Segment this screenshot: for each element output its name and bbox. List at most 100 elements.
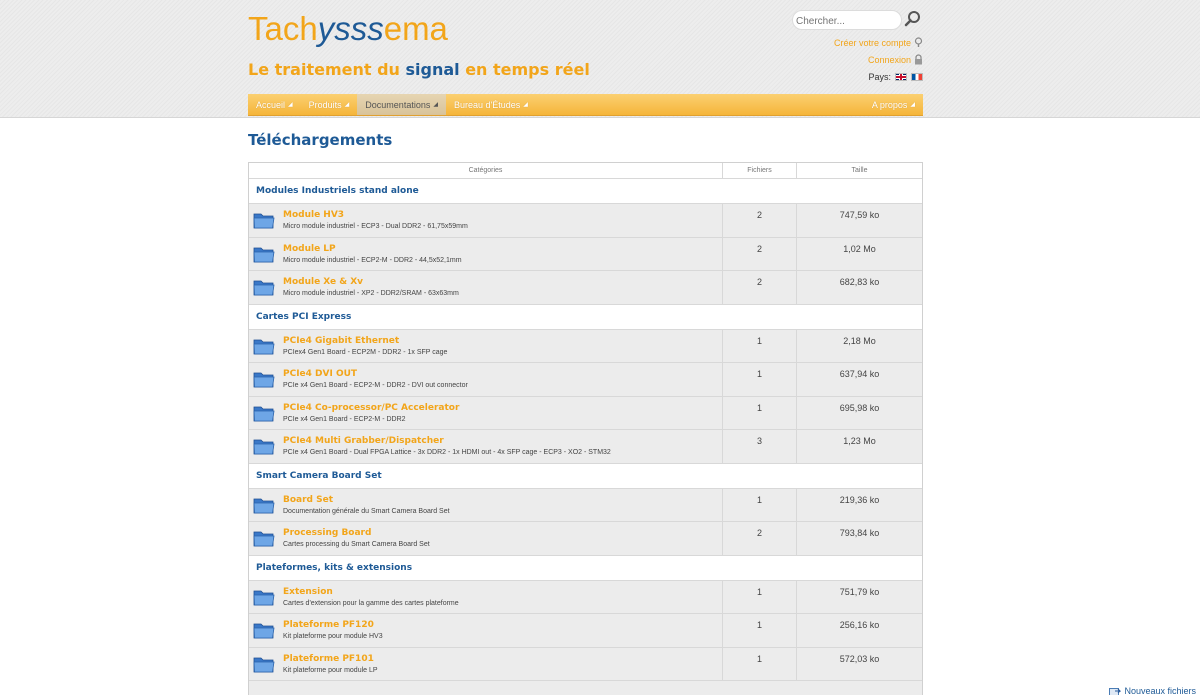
table-row: Extension Cartes d'extension pour la gamm… — [249, 580, 922, 614]
category-title-link[interactable]: Processing Board — [283, 528, 430, 539]
category-description: PCIe x4 Gen1 Board - ECP2-M - DDR2 — [283, 415, 406, 423]
file-size: 256,16 ko — [839, 620, 880, 630]
category-cell: Extension Cartes d'extension pour la gamm… — [249, 580, 723, 613]
category-title-link[interactable]: PCIe4 Gigabit Ethernet — [283, 336, 447, 347]
file-count: 3 — [723, 430, 797, 463]
country-selector: Pays: — [868, 72, 923, 82]
file-count: 2 — [723, 204, 797, 237]
folder-icon — [253, 439, 275, 455]
category-title-link[interactable]: Plateforme PF101 — [283, 654, 378, 665]
login-link[interactable]: Connexion — [868, 54, 923, 65]
category-cell: Processing Board Cartes processing du Sma… — [249, 522, 723, 555]
section-header: Plateformes, kits & extensions — [249, 555, 922, 581]
create-account-link[interactable]: Créer votre compte — [834, 37, 923, 48]
category-title-link[interactable]: Module LP — [283, 244, 462, 255]
file-size: 219,36 ko — [839, 494, 880, 505]
category-title-link[interactable]: Board Set — [283, 495, 450, 506]
category-title-link[interactable]: Module HV3 — [283, 210, 468, 221]
file-size: 637,94 ko — [839, 369, 880, 379]
nav-item-documentations[interactable]: Documentations ◢ — [357, 94, 446, 115]
category-description: PCIe x4 Gen1 Board - ECP2-M - DDR2 - DVI… — [283, 382, 468, 389]
login-label: Connexion — [867, 54, 911, 65]
table-row: Plateforme PF101 Kit plateforme pour modu… — [249, 647, 922, 681]
folder-icon — [253, 531, 275, 547]
category-cell: Plateforme PF101 Kit plateforme pour modu… — [249, 647, 723, 680]
dropdown-arrow-icon: ◢ — [523, 102, 528, 108]
france-flag-icon[interactable] — [911, 73, 923, 81]
category-description: Documentation générale du Smart Camera B… — [283, 507, 450, 515]
category-cell: Board Set Documentation générale du Smart… — [249, 488, 723, 521]
category-description: PCIex4 Gen1 Board - ECP2M - DDR2 - 1x SF… — [283, 348, 448, 356]
category-description: Kit plateforme pour module HV3 — [283, 633, 383, 640]
folder-icon — [253, 406, 275, 421]
file-count: 2 — [723, 271, 797, 304]
nav-item-produits[interactable]: Produits ◢ — [301, 94, 358, 115]
lock-icon — [915, 54, 922, 65]
file-size: 695,98 ko — [839, 402, 880, 413]
file-count: 2 — [723, 237, 797, 270]
table-row: Plateforme PF120 Kit plateforme pour modu… — [249, 614, 922, 648]
page-title: Téléchargements — [248, 131, 393, 149]
uk-flag-icon[interactable] — [895, 73, 907, 81]
search-icon[interactable] — [904, 10, 922, 28]
category-cell: PCIe4 Gigabit Ethernet PCIex4 Gen1 Board … — [249, 329, 723, 362]
file-count: 1 — [723, 614, 797, 647]
question-icon — [914, 37, 923, 47]
nav-item-a-propos[interactable]: A propos ◢ — [864, 94, 923, 115]
file-count: 1 — [723, 647, 797, 680]
category-title-link[interactable]: Module Xe & Xv — [283, 277, 459, 288]
category-title-link[interactable]: Extension — [283, 587, 459, 598]
site-logo[interactable]: Tachysssema — [248, 10, 448, 48]
dropdown-arrow-icon: ◢ — [344, 102, 350, 108]
category-title-link[interactable]: Plateforme PF120 — [283, 620, 383, 631]
folder-icon — [253, 372, 275, 388]
dropdown-arrow-icon: ◢ — [288, 102, 293, 108]
table-row: PCIe4 DVI OUT PCIe x4 Gen1 Board - ECP2-M… — [249, 363, 922, 397]
column-header-files: Fichiers — [723, 163, 797, 178]
main-navigation: Accueil ◢ Produits ◢ Documentations ◢ Burea… — [248, 94, 923, 116]
category-title-link[interactable]: PCIe4 Multi Grabber/Dispatcher — [283, 436, 611, 447]
table-row: Module HV3 Micro module industriel - ECP3… — [249, 204, 922, 238]
category-title-link[interactable]: PCIe4 Co-processor/PC Accelerator — [283, 403, 459, 414]
file-count: 1 — [723, 363, 797, 396]
file-count: 1 — [723, 580, 797, 613]
folder-icon — [253, 280, 275, 296]
folder-icon — [253, 213, 275, 229]
table-row: PCIe4 Multi Grabber/Dispatcher PCIe x4 Ge… — [249, 430, 922, 464]
new-files-link[interactable]: Nouveaux fichiers — [1109, 686, 1196, 695]
folder-icon — [253, 623, 275, 639]
category-description: Micro module industriel - ECP3 - Dual DD… — [283, 223, 468, 230]
table-body: Modules Industriels stand alone Module HV… — [249, 179, 922, 681]
category-cell: PCIe4 DVI OUT PCIe x4 Gen1 Board - ECP2-M… — [249, 363, 723, 396]
table-row: PCIe4 Gigabit Ethernet PCIex4 Gen1 Board … — [249, 329, 922, 363]
file-size: 2,18 Mo — [843, 335, 876, 346]
file-count: 1 — [723, 488, 797, 521]
dropdown-arrow-icon: ◢ — [910, 102, 915, 108]
folder-icon — [253, 498, 275, 513]
nav-item-bureau-etudes[interactable]: Bureau d'Études ◢ — [446, 94, 536, 115]
file-size: 682,83 ko — [839, 277, 880, 287]
file-count: 2 — [723, 522, 797, 555]
site-tagline: Le traitement du signal en temps réel — [248, 60, 590, 79]
column-header-categories: Catégories — [249, 163, 723, 178]
file-size: 793,84 ko — [839, 528, 880, 538]
table-row: Module LP Micro module industriel - ECP2-… — [249, 237, 922, 271]
section-header: Cartes PCI Express — [249, 304, 922, 330]
section-header: Smart Camera Board Set — [249, 463, 922, 489]
category-cell: Plateforme PF120 Kit plateforme pour modu… — [249, 614, 723, 647]
category-title-link[interactable]: PCIe4 DVI OUT — [283, 369, 468, 380]
category-cell: PCIe4 Co-processor/PC Accelerator PCIe x4… — [249, 396, 723, 429]
nav-item-accueil[interactable]: Accueil ◢ — [248, 94, 301, 115]
category-cell: Module HV3 Micro module industriel - ECP3… — [249, 204, 723, 237]
table-header: Catégories Fichiers Taille — [249, 163, 922, 179]
category-cell: PCIe4 Multi Grabber/Dispatcher PCIe x4 Ge… — [249, 430, 723, 463]
file-size: 572,03 ko — [839, 653, 880, 664]
category-description: Cartes d'extension pour la gamme des car… — [283, 599, 459, 607]
file-size: 747,59 ko — [839, 210, 880, 220]
country-label: Pays: — [868, 72, 891, 82]
category-description: Micro module industriel - XP2 - DDR2/SRA… — [283, 290, 459, 297]
file-size: 1,23 Mo — [843, 436, 876, 446]
category-cell: Module Xe & Xv Micro module industriel - … — [249, 271, 723, 304]
search-input[interactable] — [792, 10, 902, 30]
category-description: PCIe x4 Gen1 Board - Dual FPGA Lattice -… — [283, 449, 611, 456]
